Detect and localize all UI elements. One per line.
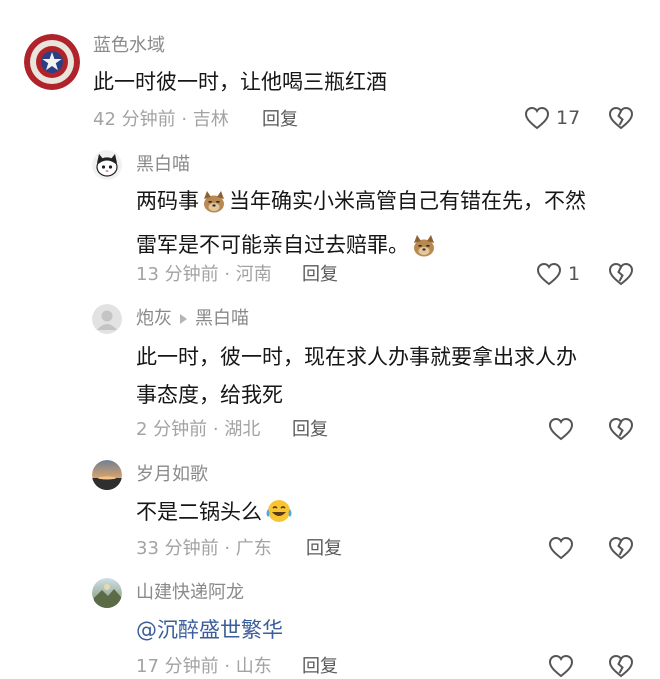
sunset-landscape-icon bbox=[92, 460, 122, 490]
reply-button[interactable]: 回复 bbox=[302, 655, 338, 679]
user-avatar[interactable] bbox=[24, 34, 80, 90]
comment-time-location: 2 分钟前 · 湖北 bbox=[136, 419, 261, 440]
reply-arrow-icon bbox=[180, 313, 187, 324]
dislike-button[interactable] bbox=[608, 262, 634, 286]
black-white-cat-icon bbox=[92, 150, 122, 180]
default-user-icon bbox=[92, 304, 122, 334]
laughing-tears-emoji-icon bbox=[264, 497, 294, 537]
user-avatar[interactable] bbox=[92, 578, 122, 608]
like-button[interactable] bbox=[548, 417, 574, 441]
user-avatar[interactable] bbox=[92, 150, 122, 180]
reply-button[interactable]: 回复 bbox=[292, 418, 328, 442]
heart-icon bbox=[548, 654, 574, 678]
captain-america-shield-icon bbox=[24, 34, 80, 90]
reply-button[interactable]: 回复 bbox=[302, 263, 338, 287]
comment-item: 岁月如歌 不是二锅头么 33 分钟前 · 广东 回复 bbox=[0, 458, 660, 576]
comment-time-location: 42 分钟前 · 吉林 bbox=[93, 109, 229, 130]
broken-heart-icon bbox=[608, 654, 634, 678]
comment-time-location: 13 分钟前 · 河南 bbox=[136, 264, 272, 285]
comment-item: 山建快递阿龙 @沉醉盛世繁华 17 分钟前 · 山东 回复 bbox=[0, 576, 660, 678]
comment-text: 两码事 当年确实小米高管自己有错在先，不然 雷军是不可能亲自过去赔罪。 bbox=[136, 182, 641, 270]
reply-header: 炮灰 黑白喵 bbox=[136, 307, 249, 331]
broken-heart-icon bbox=[608, 262, 634, 286]
like-count: 1 bbox=[568, 263, 581, 285]
username[interactable]: 蓝色水域 bbox=[93, 34, 165, 58]
comment-item: 炮灰 黑白喵 此一时，彼一时，现在求人办事就要拿出求人办 事态度，给我死 2 分钟前… bbox=[0, 300, 660, 458]
username[interactable]: 黑白喵 bbox=[136, 153, 190, 177]
replied-username[interactable]: 黑白喵 bbox=[195, 308, 249, 329]
dislike-button[interactable] bbox=[608, 106, 634, 130]
broken-heart-icon bbox=[608, 417, 634, 441]
comment-text: @沉醉盛世繁华 bbox=[136, 611, 283, 649]
like-button[interactable]: 17 bbox=[524, 106, 580, 130]
dog-face-emoji-icon bbox=[411, 232, 437, 270]
like-count: 17 bbox=[556, 107, 581, 129]
mention-link[interactable]: @沉醉盛世繁华 bbox=[136, 618, 283, 642]
comment-time-location: 33 分钟前 · 广东 bbox=[136, 538, 272, 559]
like-button[interactable]: 1 bbox=[536, 262, 580, 286]
broken-heart-icon bbox=[608, 106, 634, 130]
comment-item: 黑白喵 两码事 当年确实小米高管自己有错在先，不然 雷军是不可能亲自过去赔罪。 1… bbox=[0, 140, 660, 300]
username[interactable]: 炮灰 bbox=[136, 308, 172, 329]
heart-icon bbox=[548, 536, 574, 560]
landscape-icon bbox=[92, 578, 122, 608]
reply-button[interactable]: 回复 bbox=[306, 537, 342, 561]
username[interactable]: 山建快递阿龙 bbox=[136, 581, 244, 605]
broken-heart-icon bbox=[608, 536, 634, 560]
user-avatar[interactable] bbox=[92, 460, 122, 490]
heart-icon bbox=[524, 106, 550, 130]
dislike-button[interactable] bbox=[608, 536, 634, 560]
username[interactable]: 岁月如歌 bbox=[136, 463, 208, 487]
like-button[interactable] bbox=[548, 654, 574, 678]
comment-time-location: 17 分钟前 · 山东 bbox=[136, 656, 272, 677]
reply-button[interactable]: 回复 bbox=[262, 108, 298, 132]
dislike-button[interactable] bbox=[608, 654, 634, 678]
like-button[interactable] bbox=[548, 536, 574, 560]
user-avatar[interactable] bbox=[92, 304, 122, 334]
comment-text: 此一时彼一时，让他喝三瓶红酒 bbox=[93, 70, 387, 94]
dog-face-emoji-icon bbox=[201, 188, 227, 226]
heart-icon bbox=[548, 417, 574, 441]
heart-icon bbox=[536, 262, 562, 286]
comment-item: 蓝色水域 此一时彼一时，让他喝三瓶红酒 42 分钟前 · 吉林 回复 17 bbox=[0, 0, 660, 140]
dislike-button[interactable] bbox=[608, 417, 634, 441]
comment-text: 此一时，彼一时，现在求人办事就要拿出求人办 事态度，给我死 bbox=[136, 345, 577, 407]
comment-text: 不是二锅头么 bbox=[136, 493, 296, 537]
